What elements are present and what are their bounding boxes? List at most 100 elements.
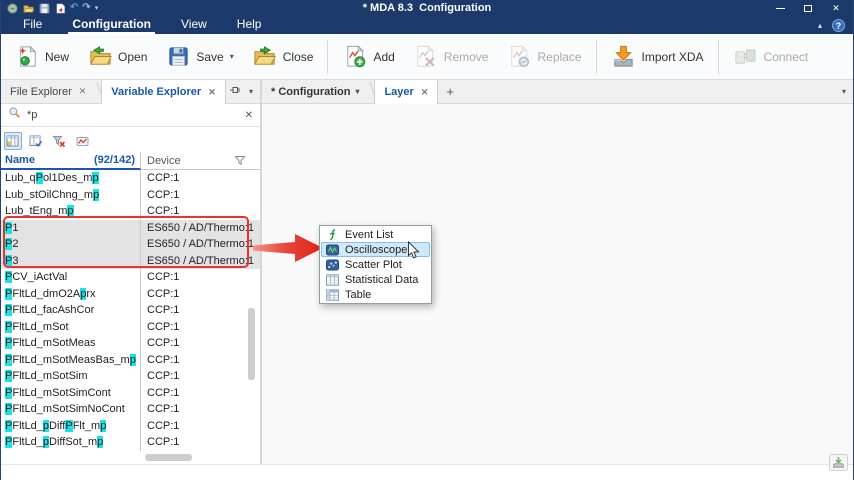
customize-caret-icon[interactable]: ▾ bbox=[95, 4, 99, 12]
device-cell: ES650 / AD/Thermo:1 bbox=[141, 236, 260, 253]
tab-configuration[interactable]: * Configuration ▾ bbox=[262, 80, 368, 103]
close-button[interactable]: ✕ bbox=[830, 2, 842, 14]
table-row[interactable]: PFltLd_pDiffSot_mpCCP:1 bbox=[1, 434, 260, 451]
toolbar-button-label: Replace bbox=[537, 50, 581, 64]
menu-help[interactable]: Help bbox=[233, 17, 266, 34]
tab-variable-explorer[interactable]: Variable Explorer ✕ bbox=[101, 80, 225, 104]
table-row[interactable]: PFltLd_pDiffPFlt_mpCCP:1 bbox=[1, 418, 260, 435]
toolbar-button-label: Import XDA bbox=[642, 50, 704, 64]
mouse-cursor bbox=[407, 241, 420, 260]
open-folder-icon[interactable] bbox=[22, 2, 34, 14]
table-row[interactable]: PFltLd_mSotSimNoContCCP:1 bbox=[1, 401, 260, 418]
toolbar-button-label: Open bbox=[118, 50, 147, 64]
toolbar-button-add[interactable]: Add bbox=[333, 40, 403, 74]
toolbar-separator bbox=[596, 40, 597, 74]
undo-icon[interactable]: ↶ bbox=[70, 3, 78, 13]
event-list-icon bbox=[326, 229, 339, 241]
menu-item-statistical-data[interactable]: Statistical Data bbox=[321, 272, 430, 287]
toolbar-button-import-xda[interactable]: Import XDA bbox=[602, 40, 713, 74]
add-instrument-icon bbox=[342, 44, 368, 70]
table-row[interactable]: Lub_stOilChng_mpCCP:1 bbox=[1, 187, 260, 204]
pin-icon[interactable] bbox=[229, 85, 241, 98]
mini-chart-icon[interactable] bbox=[73, 132, 91, 150]
redo-icon[interactable]: ↷ bbox=[82, 3, 90, 13]
close-icon[interactable]: ✕ bbox=[421, 87, 429, 98]
match-highlight: p bbox=[67, 205, 73, 217]
remove-instrument-icon bbox=[413, 44, 439, 70]
menu-item-event-list[interactable]: Event List bbox=[321, 227, 430, 242]
device-cell: CCP:1 bbox=[141, 203, 260, 220]
clear-search-icon[interactable]: ✕ bbox=[245, 110, 253, 121]
table-row[interactable]: PFltLd_mSotSimContCCP:1 bbox=[1, 385, 260, 402]
toolbar-button-save[interactable]: Save ▾ bbox=[156, 40, 242, 74]
match-highlight: P bbox=[5, 238, 12, 250]
variable-name-cell: PFltLd_mSotSimCont bbox=[1, 385, 141, 402]
menu-configuration[interactable]: Configuration bbox=[68, 17, 155, 34]
table-row[interactable]: PFltLd_mSotCCP:1 bbox=[1, 319, 260, 336]
table-row[interactable]: P1ES650 / AD/Thermo:1 bbox=[1, 220, 260, 237]
import-notification-icon[interactable] bbox=[829, 454, 848, 476]
match-highlight: P bbox=[65, 420, 72, 432]
device-cell: CCP:1 bbox=[141, 352, 260, 369]
table-row[interactable]: Lub_tEng_mpCCP:1 bbox=[1, 203, 260, 220]
oscilloscope-icon bbox=[326, 244, 339, 256]
chevron-down-icon[interactable]: ▾ bbox=[230, 52, 234, 61]
match-highlight: P bbox=[5, 370, 12, 382]
ribbon-toolbar: New Open Save ▾ Close Add Remove Replace Import … bbox=[1, 34, 853, 80]
table-row[interactable]: Lub_qPol1Des_mpCCP:1 bbox=[1, 170, 260, 187]
grid-check-icon[interactable] bbox=[27, 132, 45, 150]
match-highlight: P bbox=[36, 172, 43, 184]
table-row[interactable]: PFltLd_mSotMeasCCP:1 bbox=[1, 335, 260, 352]
grid-highlight-icon[interactable] bbox=[4, 132, 22, 150]
toolbar-button-label: Save bbox=[196, 50, 223, 64]
collapse-ribbon-icon[interactable]: ▴ bbox=[818, 22, 822, 30]
table-row[interactable]: PFltLd_mSotSimCCP:1 bbox=[1, 368, 260, 385]
toolbar-button-label: Remove bbox=[444, 50, 489, 64]
chevron-down-icon[interactable]: ▾ bbox=[249, 87, 253, 96]
toolbar-button-open[interactable]: Open bbox=[78, 40, 156, 74]
variable-name-cell: PFltLd_mSotSim bbox=[1, 368, 141, 385]
variable-name-cell: PFltLd_facAshCor bbox=[1, 302, 141, 319]
tab-layer[interactable]: Layer ✕ bbox=[374, 80, 438, 104]
variable-name-cell: PCV_iActVal bbox=[1, 269, 141, 286]
variable-count: (92/142) bbox=[94, 154, 140, 166]
menu-item-table[interactable]: Table bbox=[321, 287, 430, 302]
tab-file-explorer[interactable]: File Explorer ✕ bbox=[1, 80, 95, 103]
search-input[interactable]: *p bbox=[27, 109, 239, 121]
column-header-device[interactable]: Device bbox=[141, 152, 260, 170]
left-tab-bar: File Explorer ✕ Variable Explorer ✕ ▾ bbox=[1, 80, 260, 104]
variable-name-cell: P2 bbox=[1, 236, 141, 253]
match-highlight: P bbox=[5, 387, 12, 399]
filter-funnel-icon[interactable] bbox=[234, 155, 246, 166]
table-row[interactable]: PFltLd_mSotMeasBas_mpCCP:1 bbox=[1, 352, 260, 369]
table-row[interactable]: P2ES650 / AD/Thermo:1 bbox=[1, 236, 260, 253]
toolbar-button-new[interactable]: New bbox=[5, 40, 78, 74]
minimize-button[interactable] bbox=[774, 2, 786, 14]
variable-name-cell: Lub_stOilChng_mp bbox=[1, 187, 141, 204]
table-row[interactable]: PFltLd_facAshCorCCP:1 bbox=[1, 302, 260, 319]
save-config-icon bbox=[165, 44, 191, 70]
device-cell: CCP:1 bbox=[141, 319, 260, 336]
maximize-button[interactable] bbox=[802, 2, 814, 14]
save-icon[interactable] bbox=[38, 2, 50, 14]
menu-view[interactable]: View bbox=[177, 17, 211, 34]
close-icon[interactable]: ✕ bbox=[208, 87, 216, 98]
menu-file[interactable]: File bbox=[19, 17, 46, 34]
toolbar-button-close[interactable]: Close bbox=[243, 40, 323, 74]
tab-overflow-icon[interactable]: ▾ bbox=[842, 87, 846, 96]
close-icon[interactable]: ✕ bbox=[79, 86, 87, 97]
filter-remove-icon[interactable] bbox=[50, 132, 68, 150]
device-cell: CCP:1 bbox=[141, 286, 260, 303]
chevron-down-icon[interactable]: ▾ bbox=[355, 87, 359, 96]
search-bar[interactable]: *p ✕ bbox=[1, 104, 260, 127]
new-tab-button[interactable]: + bbox=[438, 80, 462, 103]
column-header-name[interactable]: Name (92/142) bbox=[1, 152, 141, 170]
table-row[interactable]: PFltLd_dmO2AprxCCP:1 bbox=[1, 286, 260, 303]
app-logo-icon[interactable] bbox=[6, 2, 18, 14]
export-doc-icon[interactable] bbox=[54, 2, 66, 14]
toolbar-button-label: New bbox=[45, 50, 69, 64]
table-row[interactable]: PCV_iActValCCP:1 bbox=[1, 269, 260, 286]
help-icon[interactable]: ? bbox=[832, 19, 845, 32]
table-row[interactable]: P3ES650 / AD/Thermo:1 bbox=[1, 253, 260, 270]
replace-instrument-icon bbox=[506, 44, 532, 70]
